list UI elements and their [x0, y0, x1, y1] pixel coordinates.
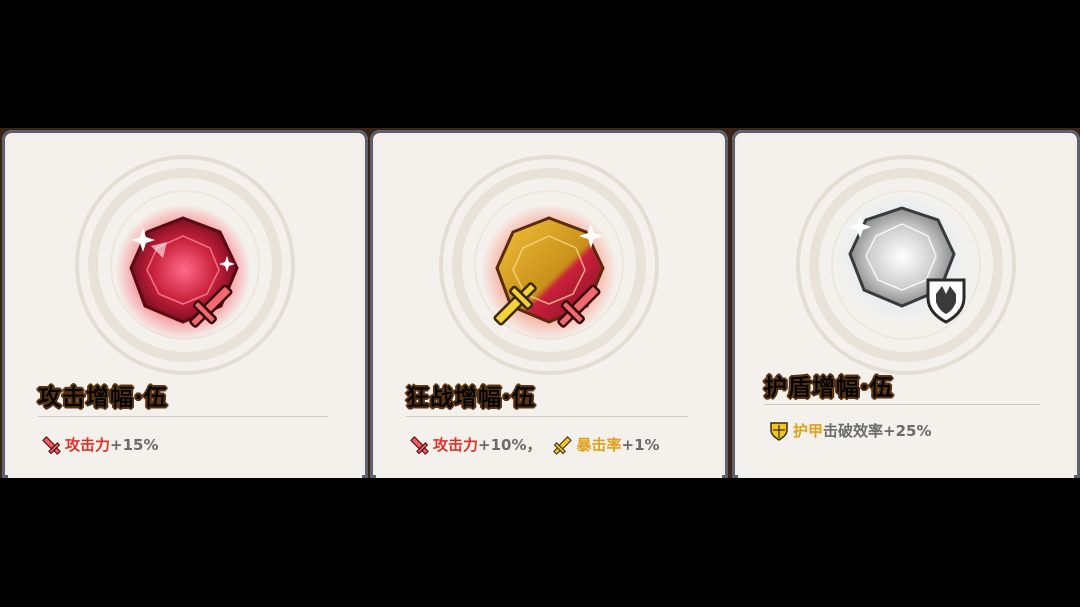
divider: [38, 416, 328, 417]
buff-card-shield[interactable]: 护盾增幅·伍 护甲 击破效率 +25%: [732, 130, 1080, 478]
effect-stat: 攻击力: [65, 436, 111, 454]
sword-icon: [42, 435, 61, 455]
shield-icon: [770, 421, 788, 441]
effect-stat: 击破效率: [823, 422, 884, 440]
effect-value: +25%: [883, 421, 932, 440]
effect-value: +10%，: [478, 436, 542, 454]
effect-value: +1%: [621, 435, 660, 454]
effect-line: 攻击力 +10%， 暴击率 +1%: [408, 434, 660, 455]
divider: [406, 416, 688, 417]
effect-value: +15%: [110, 435, 159, 454]
card-panel: 狂战增幅·伍 攻击力 +10%， 暴击率 +1%: [376, 136, 722, 478]
effect-line: 护甲 击破效率 +25%: [768, 420, 932, 441]
card-panel: 攻击增幅·伍 攻击力 +15%: [8, 136, 362, 478]
card-title: 护盾增幅·伍: [764, 368, 894, 402]
buff-card-attack[interactable]: 攻击增幅·伍 攻击力 +15%: [2, 130, 368, 478]
sword-icon: [410, 435, 429, 455]
divider: [764, 404, 1040, 405]
silver-gem-icon: [836, 196, 968, 324]
card-title: 狂战增幅·伍: [406, 378, 536, 412]
effect-line: 攻击力 +15%: [40, 434, 159, 455]
crit-sword-icon: [552, 435, 572, 455]
buff-card-berserk[interactable]: 狂战增幅·伍 攻击力 +10%， 暴击率 +1%: [370, 130, 728, 478]
effect-stat: 攻击力: [433, 436, 479, 454]
effect-stat-highlight: 护甲: [793, 422, 824, 440]
red-gem-icon: [115, 206, 251, 340]
card-panel: 护盾增幅·伍 护甲 击破效率 +25%: [738, 136, 1074, 478]
gold-red-gem-icon: [481, 206, 617, 340]
effect-stat: 暴击率: [576, 436, 622, 454]
card-title: 攻击增幅·伍: [38, 378, 168, 412]
